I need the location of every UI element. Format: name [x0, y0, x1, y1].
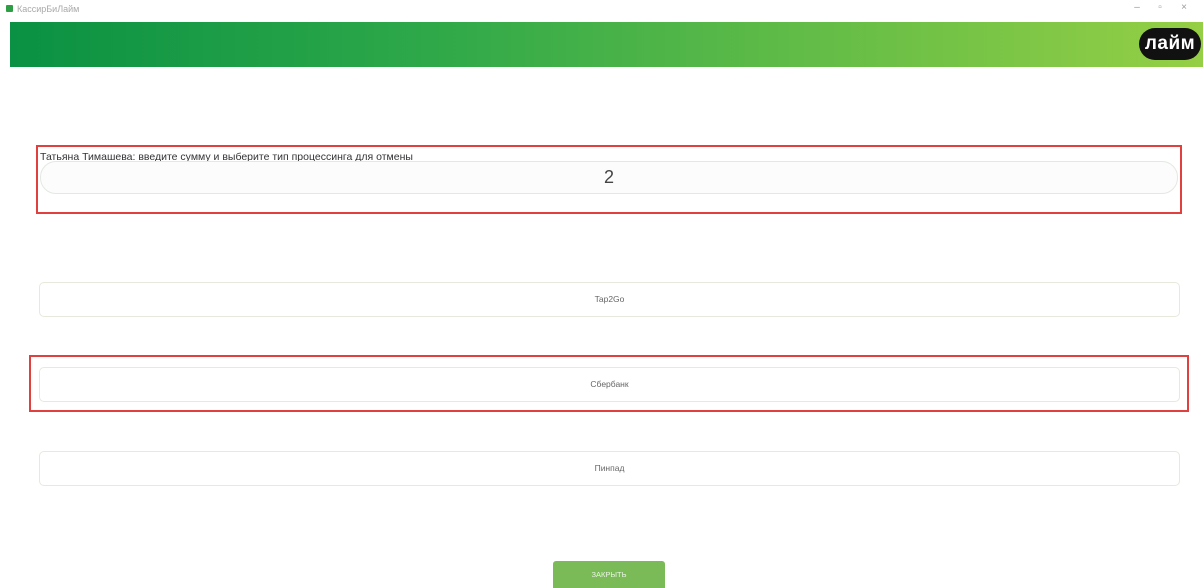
- window-title-bar: КассирБиЛайм – ▫ ×: [0, 0, 1203, 20]
- window-title: КассирБиЛайм: [17, 4, 80, 14]
- sberbank-highlight-box: [29, 355, 1189, 412]
- minimize-icon[interactable]: –: [1129, 2, 1145, 14]
- tap2go-button[interactable]: Tap2Go: [39, 282, 1180, 317]
- pinpad-button[interactable]: Пинпад: [39, 451, 1180, 486]
- app-icon: [6, 5, 13, 12]
- app-header: лайм: [10, 22, 1203, 67]
- amount-highlight-box: [36, 145, 1182, 214]
- close-button[interactable]: ЗАКРЫТЬ: [553, 561, 665, 588]
- maximize-icon[interactable]: ▫: [1152, 2, 1168, 14]
- brand-logo: лайм: [1139, 28, 1201, 60]
- close-icon[interactable]: ×: [1176, 2, 1192, 14]
